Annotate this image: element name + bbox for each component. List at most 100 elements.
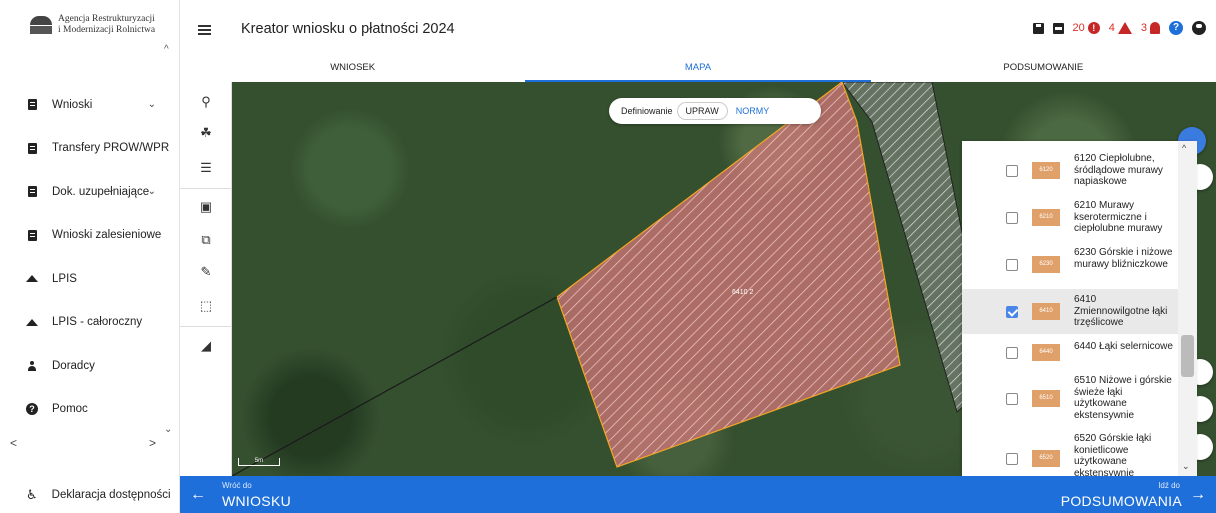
chevron-down-icon: ⌄ xyxy=(147,186,156,198)
person-icon xyxy=(26,360,38,372)
bounding-box-icon[interactable]: ⬚ xyxy=(196,296,216,316)
pencil-icon[interactable]: ✎ xyxy=(196,262,216,282)
org-name-line1: Agencja Restrukturyzacji xyxy=(58,14,155,24)
search-icon[interactable]: ⚲ xyxy=(196,92,216,112)
user-icon xyxy=(1192,21,1206,35)
legend-row-6210[interactable]: 6210 6210 Murawy kserotermiczne i ciepło… xyxy=(962,198,1178,238)
help-icon: ? xyxy=(1169,21,1183,35)
mountain-icon xyxy=(26,316,38,328)
legend-row-6510[interactable]: 6510 6510 Niżowe i górskie świeże łąki u… xyxy=(962,373,1178,425)
print-button[interactable] xyxy=(1052,22,1064,34)
tab-mapa[interactable]: MAPA xyxy=(525,55,871,82)
next-caption: Idź do xyxy=(1158,481,1180,490)
legend-checkbox[interactable] xyxy=(1006,259,1018,271)
arimr-logo-icon xyxy=(30,16,52,34)
sidebar-item-lpis-caloroczny[interactable]: LPIS - całoroczny xyxy=(0,301,170,345)
sidebar-item-label: Transfery PROW/WPR xyxy=(52,142,170,155)
accessibility-icon: ♿︎ xyxy=(26,486,38,502)
scroll-right-icon[interactable]: > xyxy=(149,436,156,450)
legend-checkbox[interactable] xyxy=(1006,212,1018,224)
tab-wniosek[interactable]: WNIOSEK xyxy=(180,55,525,82)
user-button[interactable] xyxy=(1192,21,1206,35)
sidebar-horizontal-scrollbar[interactable]: < > xyxy=(0,436,170,450)
legend-row-6410[interactable]: 6410 6410 Zmiennowilgotne łąki trzęślico… xyxy=(962,289,1178,334)
chevron-up-icon[interactable]: ^ xyxy=(1182,143,1186,153)
toolbar-divider xyxy=(180,188,232,189)
legend-row-6440[interactable]: 6440 6440 Łąki selernicowe xyxy=(962,338,1178,368)
toggle-upraw[interactable]: UPRAW xyxy=(676,102,728,120)
mountain-icon xyxy=(26,273,38,285)
errors-button[interactable]: 20 ! xyxy=(1073,22,1100,34)
scroll-left-icon[interactable]: < xyxy=(10,436,17,450)
sidebar-scroll-down-icon[interactable]: ⌄ xyxy=(164,424,172,435)
save-button[interactable] xyxy=(1032,22,1044,34)
wizard-footer: ← Wróć do WNIOSKU Idź do PODSUMOWANIA → xyxy=(180,476,1216,513)
document-icon xyxy=(26,142,38,154)
chevron-down-icon: ⌄ xyxy=(147,99,156,111)
warnings-count: 4 xyxy=(1108,22,1115,34)
header-actions: 20 ! 4 3 ? xyxy=(1024,21,1206,35)
org-name-line2: i Modernizacji Rolnictwa xyxy=(58,25,156,35)
copy-shape-icon[interactable]: ⧉ xyxy=(196,230,216,250)
legend-scrollbar[interactable]: ^ ⌄ xyxy=(1178,141,1197,476)
legend-row-6230[interactable]: 6230 6230 Górskie i niżowe murawy bliźni… xyxy=(962,245,1178,285)
help-button[interactable]: ? xyxy=(1169,21,1183,35)
sidebar-scroll-up-icon[interactable]: ^ xyxy=(164,44,169,55)
arrow-right-icon[interactable]: → xyxy=(1190,486,1206,504)
warning-icon xyxy=(1117,22,1132,34)
sidebar-item-label: LPIS xyxy=(52,272,77,285)
tree-icon[interactable]: ☘ xyxy=(196,123,216,143)
sidebar-nav: Wnioski ⌄ Transfery PROW/WPR Dok. uzupeł… xyxy=(0,83,170,431)
measure-icon[interactable]: ◢ xyxy=(196,336,216,356)
list-icon[interactable]: ☰ xyxy=(196,158,216,178)
sidebar-item-lpis[interactable]: LPIS xyxy=(0,257,170,301)
legend-label: 6210 Murawy kserotermiczne i ciepłolubne… xyxy=(1074,200,1163,234)
map-toolbar: ⚲ ☘ ☰ ▣ ⧉ ✎ ⬚ ◢ xyxy=(180,82,232,476)
accessibility-link[interactable]: ♿︎ Deklaracja dostępności xyxy=(0,476,180,513)
tabs: WNIOSEK MAPA PODSUMOWANIE xyxy=(180,55,1216,82)
legend-checkbox[interactable] xyxy=(1006,347,1018,359)
legend-swatch: 6410 xyxy=(1032,303,1060,320)
definition-toggle: Definiowanie UPRAW NORMY xyxy=(609,98,821,124)
scrollbar-thumb[interactable] xyxy=(1181,335,1194,377)
document-icon xyxy=(26,229,38,241)
select-area-icon[interactable]: ▣ xyxy=(196,197,216,217)
app: Agencja Restrukturyzacji i Modernizacji … xyxy=(0,0,1216,513)
chevron-down-icon[interactable]: ⌄ xyxy=(1182,461,1190,472)
legend-checkbox[interactable] xyxy=(1006,453,1018,465)
page-title: Kreator wniosku o płatności 2024 xyxy=(241,21,455,37)
habitat-legend-panel: 6120 6120 Ciepłolubne, śródlądowe murawy… xyxy=(962,141,1197,476)
sidebar-item-label: Dok. uzupełniające xyxy=(52,185,150,198)
legend-checkbox[interactable] xyxy=(1006,393,1018,405)
definition-label: Definiowanie xyxy=(621,106,673,116)
legend-label: 6230 Górskie i niżowe murawy bliźniczkow… xyxy=(1074,247,1173,270)
legend-swatch: 6120 xyxy=(1032,162,1060,179)
notifications-button[interactable]: 3 xyxy=(1141,22,1160,34)
sidebar-item-wnioski-zalesieniowe[interactable]: Wnioski zalesieniowe xyxy=(0,214,170,258)
warnings-button[interactable]: 4 xyxy=(1109,22,1132,34)
sidebar: Agencja Restrukturyzacji i Modernizacji … xyxy=(0,0,180,513)
org-name: Agencja Restrukturyzacji i Modernizacji … xyxy=(58,14,155,36)
legend-label: 6520 Górskie łąki konietlicowe użytkowan… xyxy=(1074,433,1152,476)
sidebar-item-doradcy[interactable]: Doradcy xyxy=(0,344,170,388)
sidebar-item-pomoc[interactable]: ? Pomoc xyxy=(0,388,170,432)
legend-swatch: 6210 xyxy=(1032,209,1060,226)
toggle-normy[interactable]: NORMY xyxy=(728,103,778,119)
sidebar-item-dok-uzupelniajace[interactable]: Dok. uzupełniające ⌄ xyxy=(0,170,170,214)
sidebar-item-transfery[interactable]: Transfery PROW/WPR xyxy=(0,127,170,171)
sidebar-item-wnioski[interactable]: Wnioski ⌄ xyxy=(0,83,170,127)
legend-checkbox[interactable] xyxy=(1006,165,1018,177)
selected-parcel[interactable] xyxy=(556,82,901,468)
menu-icon[interactable] xyxy=(198,25,211,35)
print-icon xyxy=(1052,22,1064,34)
legend-checkbox-checked[interactable] xyxy=(1006,306,1018,318)
legend-row-6520[interactable]: 6520 6520 Górskie łąki konietlicowe użyt… xyxy=(962,431,1178,476)
logo[interactable]: Agencja Restrukturyzacji i Modernizacji … xyxy=(0,0,180,50)
tab-podsumowanie[interactable]: PODSUMOWANIE xyxy=(871,55,1216,82)
parcel-label: 6410 2 xyxy=(732,289,754,296)
legend-label: 6510 Niżowe i górskie świeże łąki użytko… xyxy=(1074,375,1172,421)
save-icon xyxy=(1032,22,1044,34)
legend-label: 6410 Zmiennowilgotne łąki trzęślicowe xyxy=(1074,294,1168,328)
arrow-left-icon[interactable]: ← xyxy=(190,486,206,504)
legend-row-6120[interactable]: 6120 6120 Ciepłolubne, śródlądowe murawy… xyxy=(962,151,1178,191)
